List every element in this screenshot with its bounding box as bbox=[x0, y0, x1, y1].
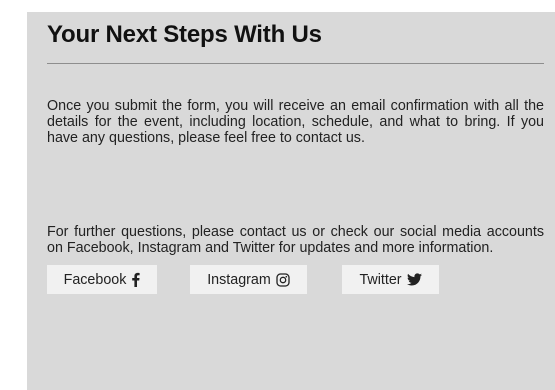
next-steps-panel: Your Next Steps With Us Once you submit … bbox=[27, 12, 555, 390]
instagram-button[interactable]: Instagram bbox=[190, 265, 307, 294]
instagram-icon bbox=[276, 272, 290, 287]
facebook-button[interactable]: Facebook bbox=[47, 265, 157, 294]
twitter-icon bbox=[406, 273, 422, 286]
instagram-button-label: Instagram bbox=[207, 271, 271, 288]
contact-paragraph: For further questions, please contact us… bbox=[47, 224, 544, 256]
twitter-button[interactable]: Twitter bbox=[342, 265, 439, 294]
twitter-button-label: Twitter bbox=[359, 271, 402, 288]
facebook-button-label: Facebook bbox=[63, 271, 127, 288]
section-title: Your Next Steps With Us bbox=[47, 21, 322, 48]
title-divider bbox=[47, 63, 544, 64]
confirmation-paragraph: Once you submit the form, you will recei… bbox=[47, 98, 544, 146]
facebook-icon bbox=[131, 272, 140, 287]
